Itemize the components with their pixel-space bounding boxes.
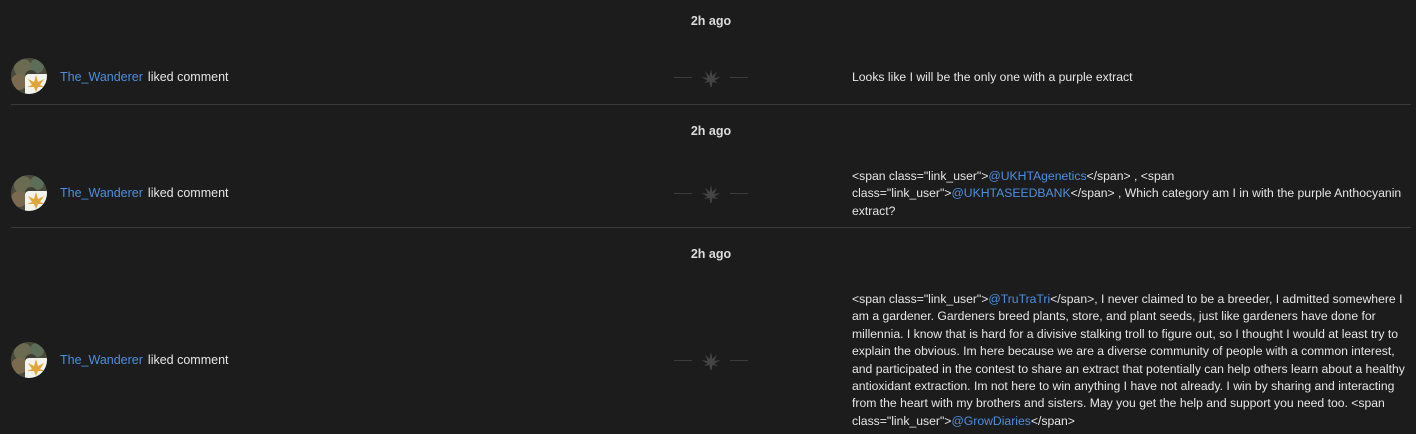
comment-text: <span class="link_user">@UKHTAgenetics</… <box>852 168 1412 220</box>
username-link[interactable]: The_Wanderer <box>60 70 143 84</box>
avatar[interactable] <box>11 175 47 211</box>
comment-text: Looks like I will be the only one with a… <box>852 69 1412 86</box>
cannabis-leaf-icon <box>701 69 721 87</box>
avatar[interactable] <box>11 58 47 94</box>
separator <box>674 68 748 88</box>
divider <box>11 227 1411 228</box>
separator <box>674 351 748 371</box>
action-text: liked comment <box>147 353 229 367</box>
avatar[interactable] <box>11 342 47 378</box>
mention-link[interactable]: @UKHTAgenetics <box>988 169 1086 183</box>
username-link[interactable]: The_Wanderer <box>60 353 143 367</box>
action-text: liked comment <box>147 186 229 200</box>
timestamp: 2h ago <box>690 14 732 28</box>
mention-link[interactable]: @UKHTASEEDBANK <box>951 186 1070 200</box>
comment-segment: </span> <box>1030 413 1075 428</box>
mention-link[interactable]: @GrowDiaries <box>951 414 1030 428</box>
username-link[interactable]: The_Wanderer <box>60 186 143 200</box>
comment-segment: Looks like I will be the only one with a… <box>852 70 1133 84</box>
timestamp: 2h ago <box>690 247 732 261</box>
cannabis-leaf-icon <box>701 185 721 203</box>
comment-segment: <span class="link_user"> <box>852 169 989 183</box>
activity-feed: 2h ago The_Wanderer liked comment Looks l… <box>0 0 1416 434</box>
comment-segment: <span class="link_user"> <box>852 292 989 306</box>
separator <box>674 184 748 204</box>
mention-link[interactable]: @TruTraTri <box>988 292 1050 306</box>
cannabis-leaf-icon <box>701 352 721 370</box>
action-text: liked comment <box>147 70 229 84</box>
comment-text: <span class="link_user">@TruTraTri</span… <box>852 291 1414 430</box>
divider <box>11 104 1411 105</box>
timestamp: 2h ago <box>690 124 732 138</box>
comment-segment: </span>, I never claimed to be a breeder… <box>852 292 1405 428</box>
